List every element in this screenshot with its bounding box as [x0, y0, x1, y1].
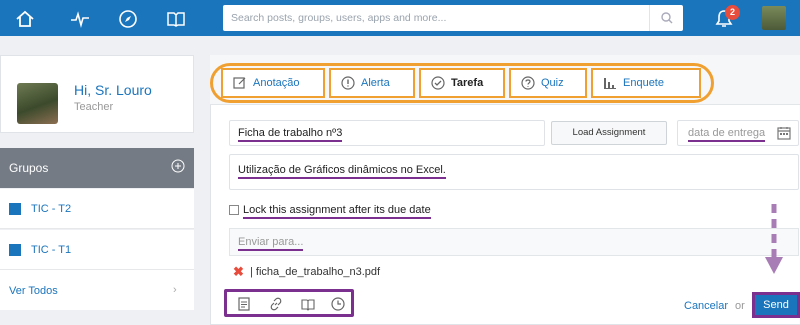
- search-bar[interactable]: Search posts, groups, users, apps and mo…: [223, 5, 683, 31]
- user-avatar[interactable]: [762, 6, 786, 30]
- tab-anotacao[interactable]: Anotação: [221, 68, 325, 98]
- remove-attachment-icon[interactable]: ✖: [233, 264, 244, 280]
- add-group-icon[interactable]: [171, 159, 185, 173]
- search-input[interactable]: Search posts, groups, users, apps and mo…: [231, 12, 446, 24]
- chevron-right-icon: ›: [173, 284, 177, 296]
- notification-badge: 2: [725, 5, 740, 20]
- file-icon[interactable]: [237, 297, 251, 311]
- sidebar-item-group[interactable]: TIC - T2: [0, 189, 194, 229]
- groups-title: Grupos: [9, 161, 49, 175]
- clock-icon[interactable]: [331, 297, 345, 311]
- link-icon[interactable]: [269, 297, 283, 311]
- cancel-link[interactable]: Cancelar: [684, 300, 728, 312]
- group-label: TIC - T1: [31, 244, 72, 256]
- groups-header: Grupos: [0, 148, 194, 188]
- search-button[interactable]: [649, 5, 683, 31]
- search-icon: [661, 12, 673, 24]
- profile-role: Teacher: [74, 101, 114, 113]
- calendar-icon[interactable]: [777, 126, 791, 140]
- question-icon: [521, 76, 535, 90]
- compass-icon[interactable]: [118, 9, 138, 29]
- arrow-down-annotation-icon: [765, 204, 783, 274]
- or-separator: or: [735, 300, 745, 312]
- description-field[interactable]: Utilização de Gráficos dinâmicos no Exce…: [229, 154, 799, 190]
- tab-tarefa[interactable]: Tarefa: [419, 68, 505, 98]
- home-icon[interactable]: [15, 9, 35, 29]
- check-icon: [431, 76, 445, 90]
- tab-alerta[interactable]: Alerta: [329, 68, 415, 98]
- attachment-filename: | ficha_de_trabalho_n3.pdf: [250, 266, 381, 278]
- send-to-field[interactable]: Enviar para...: [229, 228, 799, 256]
- title-field[interactable]: Ficha de trabalho nº3: [229, 120, 545, 146]
- attachment-toolbar: [224, 289, 354, 317]
- lock-assignment-label: Lock this assignment after its due date: [243, 204, 431, 219]
- library-icon[interactable]: [301, 297, 315, 311]
- see-all-groups-link[interactable]: Ver Todos ›: [0, 270, 194, 310]
- tab-enquete[interactable]: Enquete: [591, 68, 701, 98]
- alert-icon: [341, 76, 355, 90]
- see-all-label: Ver Todos: [9, 285, 58, 297]
- send-button[interactable]: Send: [752, 292, 800, 318]
- profile-greeting[interactable]: Hi, Sr. Louro: [74, 82, 152, 98]
- group-color-swatch: [9, 203, 21, 215]
- tab-quiz[interactable]: Quiz: [509, 68, 587, 98]
- poll-icon: [604, 78, 616, 89]
- activity-icon[interactable]: [70, 9, 90, 29]
- group-color-swatch: [9, 244, 21, 256]
- edit-icon: [233, 77, 246, 89]
- profile-avatar: [17, 83, 58, 124]
- sidebar-item-group[interactable]: TIC - T1: [0, 230, 194, 270]
- load-assignment-button[interactable]: Load Assignment: [551, 121, 667, 145]
- group-label: TIC - T2: [31, 203, 72, 215]
- lock-assignment-checkbox[interactable]: [229, 205, 239, 215]
- book-icon[interactable]: [166, 9, 186, 29]
